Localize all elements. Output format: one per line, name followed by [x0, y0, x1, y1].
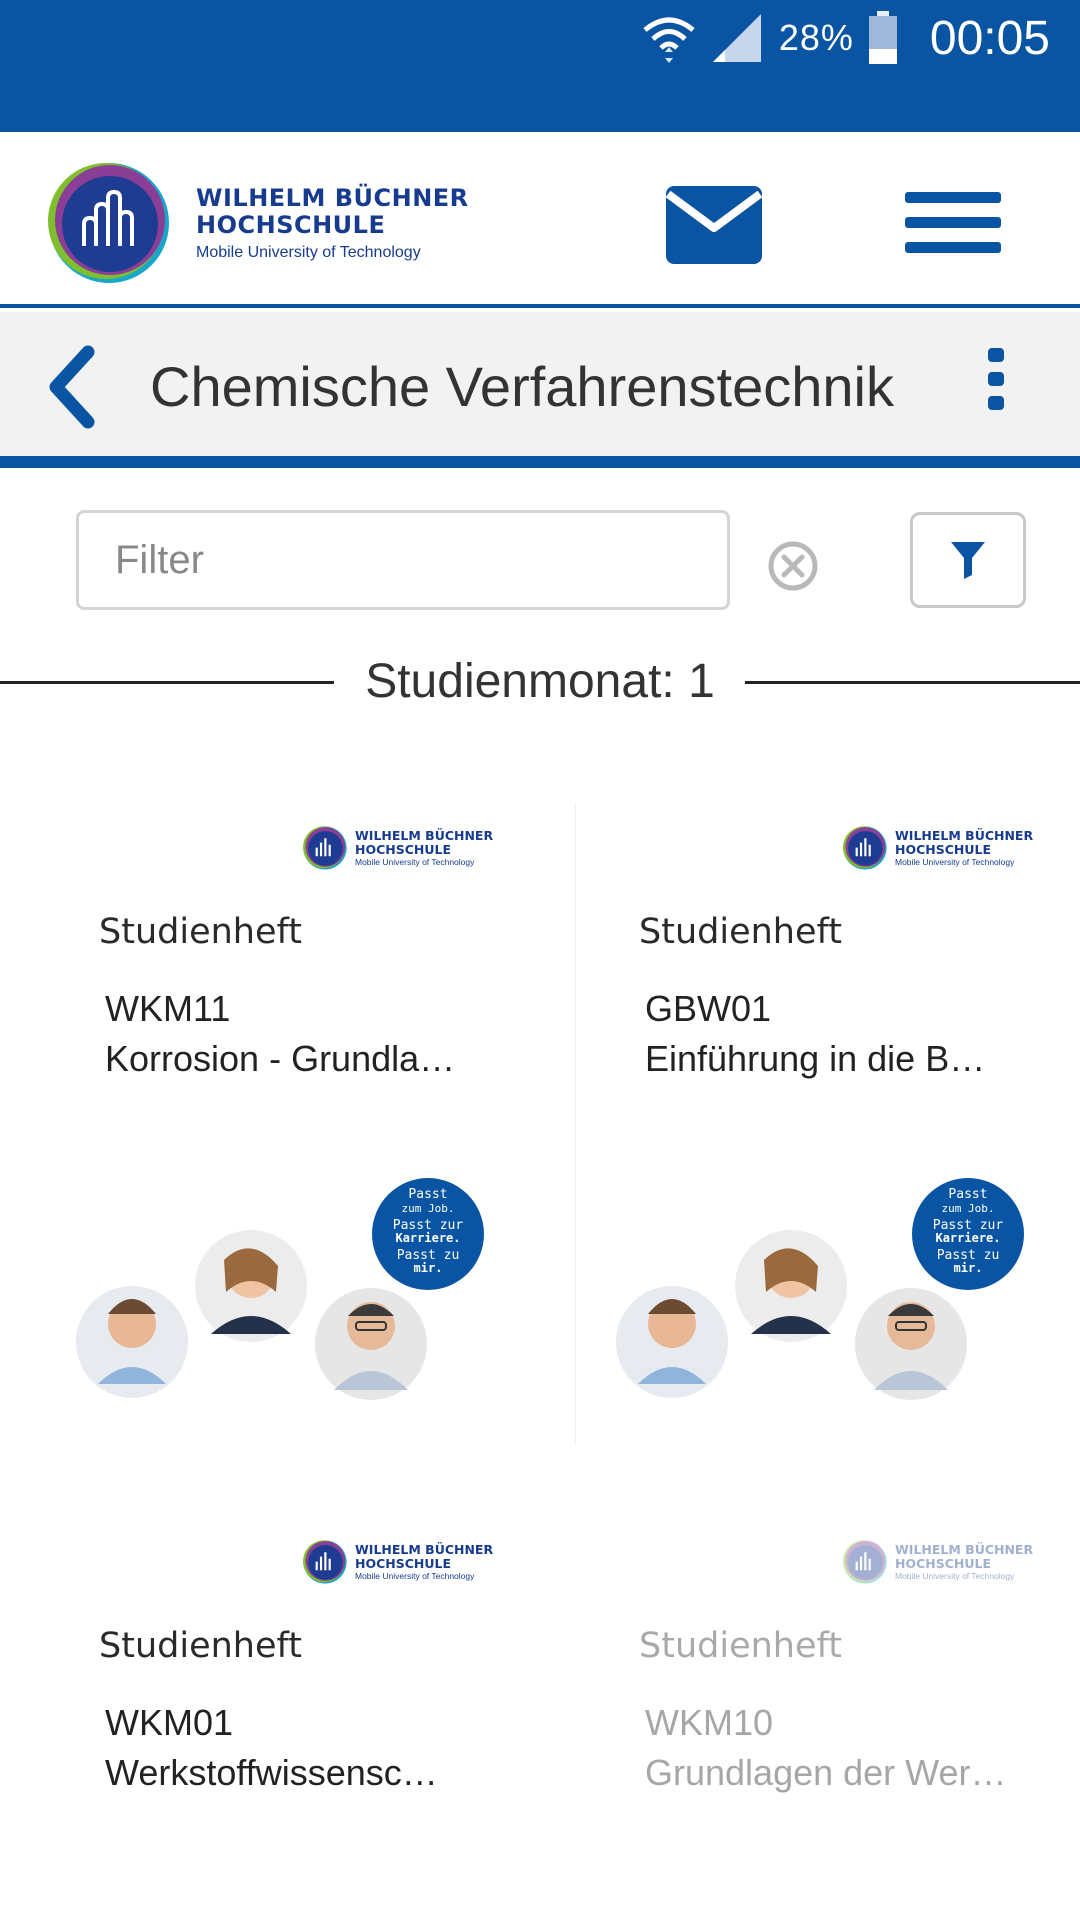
card-logo-line1: WILHELM BÜCHNER	[895, 1541, 1034, 1557]
app-header: WILHELM BÜCHNER HOCHSCHULE Mobile Univer…	[0, 132, 1080, 308]
bubble-line: zum Job.	[402, 1202, 455, 1215]
status-time: 00:05	[929, 11, 1050, 65]
card-logo: WILHELM BÜCHNER HOCHSCHULE Mobile Univer…	[303, 1540, 493, 1584]
battery-percent: 28%	[778, 17, 854, 58]
course-card[interactable]: WILHELM BÜCHNER HOCHSCHULE Mobile Univer…	[36, 804, 578, 1444]
university-logo-emblem	[48, 163, 169, 283]
card-code: GBW01	[645, 988, 772, 1029]
filter-input[interactable]	[76, 510, 730, 610]
bubble-line: mir.	[414, 1261, 443, 1275]
card-logo: WILHELM BÜCHNER HOCHSCHULE Mobile Univer…	[843, 1540, 1033, 1584]
bubble-line: Karriere.	[935, 1231, 1000, 1245]
mail-button[interactable]	[665, 186, 763, 264]
card-logo-line2: HOCHSCHULE	[895, 841, 992, 857]
status-icons: 28% 00:05	[641, 8, 1050, 68]
bubble-line: Passt	[948, 1187, 987, 1202]
career-illustration: Passt zum Job. Passt zur Karriere. Passt…	[616, 1178, 1024, 1400]
funnel-icon	[951, 542, 985, 579]
page-title: Chemische Verfahrenstechnik	[150, 355, 894, 418]
more-options-button[interactable]	[982, 346, 1012, 416]
card-logo-line1: WILHELM BÜCHNER	[355, 1541, 494, 1557]
course-card-disabled[interactable]: WILHELM BÜCHNER HOCHSCHULE Mobile Univer…	[576, 1518, 1080, 1918]
card-code: WKM10	[645, 1702, 774, 1743]
section-divider: Studienmonat: 1	[0, 646, 1080, 718]
university-logo-emblem	[303, 1540, 347, 1584]
card-name: Grundlagen der Wer…	[645, 1752, 1007, 1793]
university-logo-emblem	[843, 1540, 887, 1584]
card-type: Studienheft	[99, 912, 302, 952]
card-type: Studienheft	[639, 912, 842, 952]
divider-line	[745, 681, 1080, 684]
card-logo-tagline: Mobile University of Technology	[355, 856, 475, 867]
back-button[interactable]	[40, 342, 104, 432]
signal-icon	[712, 14, 761, 62]
title-bar: Chemische Verfahrenstechnik	[0, 312, 1080, 468]
university-logo[interactable]: WILHELM BÜCHNER HOCHSCHULE Mobile Univer…	[48, 162, 469, 284]
card-logo-line2: HOCHSCHULE	[895, 1555, 992, 1571]
clear-icon	[768, 541, 818, 591]
bubble-line: Passt	[408, 1187, 447, 1202]
card-logo-line2: HOCHSCHULE	[355, 841, 452, 857]
bubble-line: Karriere.	[395, 1231, 460, 1245]
bubble-line: mir.	[954, 1261, 983, 1275]
course-card[interactable]: WILHELM BÜCHNER HOCHSCHULE Mobile Univer…	[576, 804, 1080, 1444]
card-logo-line1: WILHELM BÜCHNER	[355, 827, 494, 843]
card-logo-tagline: Mobile University of Technology	[895, 856, 1015, 867]
card-code: WKM01	[105, 1702, 234, 1743]
bubble-line: zum Job.	[942, 1202, 995, 1215]
university-logo-emblem	[843, 826, 887, 870]
card-logo-tagline: Mobile University of Technology	[355, 1570, 475, 1581]
card-logo: WILHELM BÜCHNER HOCHSCHULE Mobile Univer…	[843, 826, 1033, 870]
course-card[interactable]: WILHELM BÜCHNER HOCHSCHULE Mobile Univer…	[36, 1518, 578, 1918]
wifi-icon	[643, 17, 695, 63]
career-illustration: Passt zum Job. Passt zur Karriere. Passt…	[76, 1178, 484, 1400]
card-logo-line1: WILHELM BÜCHNER	[895, 827, 1034, 843]
university-logo-emblem	[303, 826, 347, 870]
hamburger-menu-icon	[905, 192, 1001, 253]
back-chevron-icon	[49, 345, 95, 429]
battery-icon	[868, 11, 897, 64]
card-type: Studienheft	[639, 1626, 842, 1666]
main-menu-button[interactable]	[905, 190, 1001, 256]
card-logo-line2: HOCHSCHULE	[355, 1555, 452, 1571]
more-vertical-icon	[988, 348, 1004, 410]
clear-filter-button[interactable]	[766, 539, 820, 593]
logo-line2: HOCHSCHULE	[196, 210, 386, 239]
card-code: WKM11	[105, 988, 231, 1029]
card-name: Korrosion - Grundla…	[105, 1038, 456, 1079]
card-type: Studienheft	[99, 1626, 302, 1666]
logo-line1: WILHELM BÜCHNER	[196, 183, 469, 212]
card-logo: WILHELM BÜCHNER HOCHSCHULE Mobile Univer…	[303, 826, 493, 870]
mail-icon	[665, 186, 763, 264]
filter-options-button[interactable]	[910, 512, 1026, 608]
status-bar: 28% 00:05	[0, 0, 1080, 132]
card-logo-tagline: Mobile University of Technology	[895, 1570, 1015, 1581]
card-name: Einführung in die B…	[645, 1038, 986, 1079]
card-name: Werkstoffwissensc…	[105, 1752, 438, 1793]
logo-tagline: Mobile University of Technology	[196, 243, 421, 261]
